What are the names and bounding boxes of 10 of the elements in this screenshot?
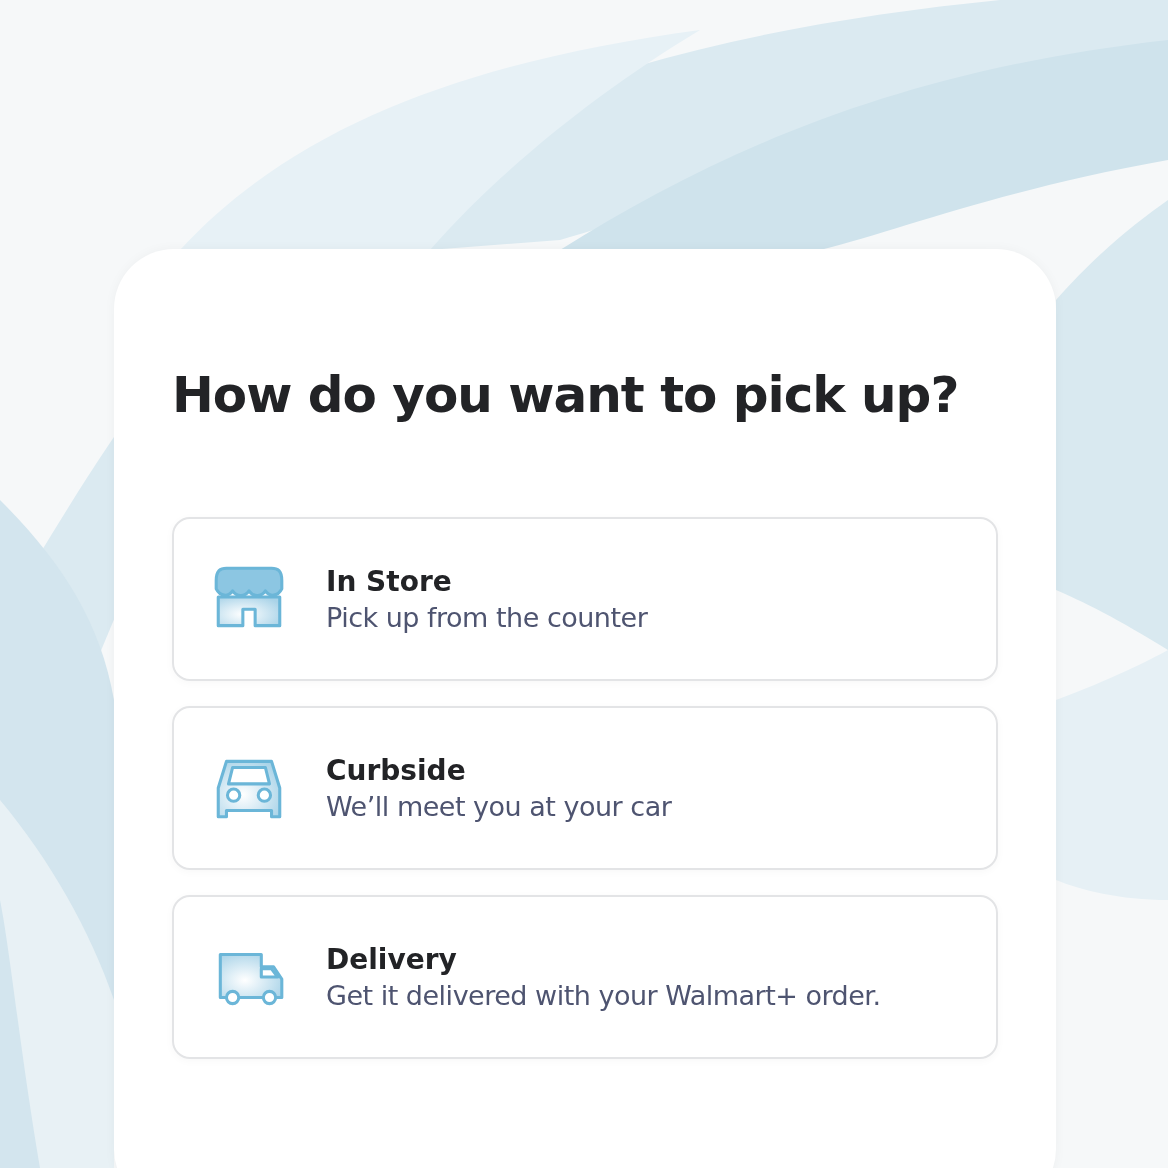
option-description: Pick up from the counter (326, 602, 648, 633)
option-title: Delivery (326, 943, 458, 976)
option-description: We’ll meet you at your car (326, 791, 672, 822)
pickup-option[interactable]: Curbside We’ll meet you at your car (172, 706, 998, 870)
pickup-option[interactable]: In Store Pick up from the counter (172, 517, 998, 681)
option-description: Get it delivered with your Walmart+ order. (326, 980, 881, 1011)
option-title: Curbside (326, 754, 467, 787)
pickup-option[interactable]: Delivery Get it delivered with your Walmart+ order. (172, 895, 998, 1059)
option-title: In Store (326, 565, 453, 598)
heading: How do you want to pick up? (172, 365, 960, 426)
